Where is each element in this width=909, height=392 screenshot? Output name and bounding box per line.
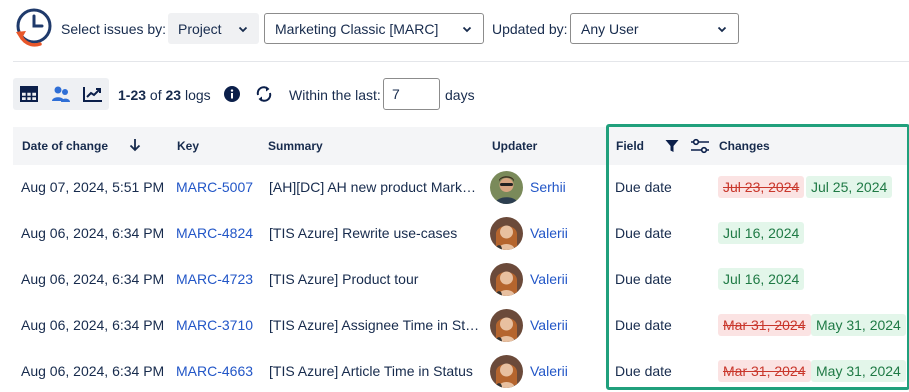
row-summary: [TIS Azure] Assignee Time in St… xyxy=(269,317,480,333)
select-by-label: Select issues by: xyxy=(61,21,167,37)
avatar xyxy=(490,309,523,342)
row-key-link[interactable]: MARC-4824 xyxy=(176,225,253,241)
row-date: Aug 06, 2024, 6:34 PM xyxy=(21,317,165,333)
row-key-link[interactable]: MARC-4663 xyxy=(176,363,253,379)
column-summary[interactable]: Summary xyxy=(268,139,323,153)
refresh-icon[interactable] xyxy=(255,85,273,103)
table-row[interactable]: Aug 07, 2024, 5:51 PM MARC-5007 [AH][DC]… xyxy=(13,165,909,211)
users-view-icon xyxy=(52,86,70,102)
avatar xyxy=(490,171,523,204)
sort-down-icon[interactable] xyxy=(127,137,143,153)
column-field[interactable]: Field xyxy=(616,139,644,153)
project-dropdown[interactable]: Marketing Classic [MARC] xyxy=(264,13,484,44)
column-date-of-change[interactable]: Date of change xyxy=(22,139,108,153)
settings-sliders-icon[interactable] xyxy=(690,138,710,154)
chart-view-button[interactable] xyxy=(77,78,109,110)
days-label: days xyxy=(445,87,475,103)
row-summary: [TIS Azure] Article Time in Status xyxy=(269,363,473,379)
chevron-down-icon xyxy=(238,26,248,32)
updater-link[interactable]: Valerii xyxy=(530,225,568,241)
select-by-value: Project xyxy=(178,20,222,37)
row-date: Aug 07, 2024, 5:51 PM xyxy=(21,179,165,195)
table-row[interactable]: Aug 06, 2024, 6:34 PM MARC-4723 [TIS Azu… xyxy=(13,257,909,303)
avatar xyxy=(490,355,523,388)
updated-by-dropdown[interactable]: Any User xyxy=(570,13,739,44)
table-row[interactable]: Aug 06, 2024, 6:34 PM MARC-4824 [TIS Azu… xyxy=(13,211,909,257)
row-key-link[interactable]: MARC-3710 xyxy=(176,317,253,333)
updated-by-label: Updated by: xyxy=(492,21,568,37)
days-input[interactable] xyxy=(383,78,440,110)
table-row[interactable]: Aug 06, 2024, 6:34 PM MARC-3710 [TIS Azu… xyxy=(13,303,909,349)
row-summary: [AH][DC] AH new product Mark… xyxy=(269,179,476,195)
log-unit: logs xyxy=(184,87,211,103)
within-label: Within the last: xyxy=(289,87,381,103)
users-view-button[interactable] xyxy=(45,78,77,110)
top-filter-bar: Select issues by: Project Marketing Clas… xyxy=(0,0,909,60)
row-date: Aug 06, 2024, 6:34 PM xyxy=(21,271,165,287)
row-date: Aug 06, 2024, 6:34 PM xyxy=(21,363,165,379)
table-view-button[interactable] xyxy=(13,78,45,110)
project-value: Marketing Classic [MARC] xyxy=(275,20,439,37)
header-divider xyxy=(13,61,909,62)
log-count: 1-23 of 23 logs xyxy=(118,87,211,103)
select-by-dropdown[interactable]: Project xyxy=(168,13,259,44)
row-field: Due date xyxy=(615,179,672,195)
log-range: 1-23 xyxy=(118,87,147,103)
updater-link[interactable]: Valerii xyxy=(530,317,568,333)
row-field: Due date xyxy=(615,225,672,241)
column-key[interactable]: Key xyxy=(177,139,199,153)
chevron-down-icon xyxy=(462,26,472,32)
new-value-badge: Jul 16, 2024 xyxy=(718,222,805,244)
view-switcher xyxy=(13,78,109,110)
new-value-badge: Jul 25, 2024 xyxy=(806,176,893,198)
updater-link[interactable]: Valerii xyxy=(530,271,568,287)
updater-link[interactable]: Serhii xyxy=(530,179,566,195)
new-value-badge: Jul 16, 2024 xyxy=(718,268,805,290)
avatar xyxy=(490,217,523,250)
log-total: 23 xyxy=(165,87,182,103)
row-field: Due date xyxy=(615,317,672,333)
row-key-link[interactable]: MARC-4723 xyxy=(176,271,253,287)
filter-icon[interactable] xyxy=(665,139,679,153)
updated-by-value: Any User xyxy=(581,20,639,37)
avatar xyxy=(490,263,523,296)
old-value-badge: Mar 31, 2024 xyxy=(718,314,811,336)
column-changes: Changes xyxy=(719,139,770,153)
table-row[interactable]: Aug 06, 2024, 6:34 PM MARC-4663 [TIS Azu… xyxy=(13,349,909,392)
log-toolbar: 1-23 of 23 logs Within the last: days xyxy=(0,75,909,115)
old-value-badge: Jul 23, 2024 xyxy=(718,176,805,198)
chevron-down-icon xyxy=(717,26,727,32)
updater-link[interactable]: Valerii xyxy=(530,363,568,379)
row-summary: [TIS Azure] Rewrite use-cases xyxy=(269,225,458,241)
row-date: Aug 06, 2024, 6:34 PM xyxy=(21,225,165,241)
column-updater[interactable]: Updater xyxy=(492,139,537,153)
chart-view-icon xyxy=(83,87,102,102)
row-key-link[interactable]: MARC-5007 xyxy=(176,179,253,195)
row-field: Due date xyxy=(615,363,672,379)
info-icon[interactable] xyxy=(224,86,240,102)
log-of: of xyxy=(149,87,162,103)
new-value-badge: May 31, 2024 xyxy=(811,360,906,382)
old-value-badge: Mar 31, 2024 xyxy=(718,360,811,382)
table-header: Date of change Key Summary Updater Field… xyxy=(13,127,909,165)
new-value-badge: May 31, 2024 xyxy=(811,314,906,336)
row-field: Due date xyxy=(615,271,672,287)
row-summary: [TIS Azure] Product tour xyxy=(269,271,419,287)
app-logo-icon xyxy=(16,8,52,47)
table-view-icon xyxy=(20,86,38,102)
